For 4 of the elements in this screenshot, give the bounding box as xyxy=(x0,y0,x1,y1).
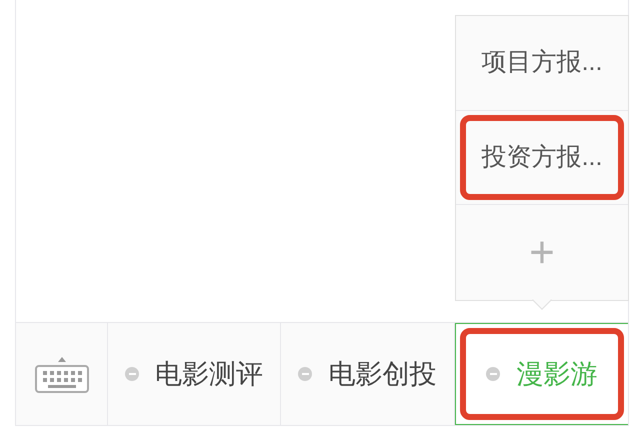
submenu-item[interactable]: 投资方报... xyxy=(482,138,602,176)
menu-tab[interactable]: 电影创投 xyxy=(328,354,436,394)
submenu-item[interactable]: 项目方报... xyxy=(482,44,602,82)
menu-tab[interactable]: 电影测评 xyxy=(155,354,264,394)
